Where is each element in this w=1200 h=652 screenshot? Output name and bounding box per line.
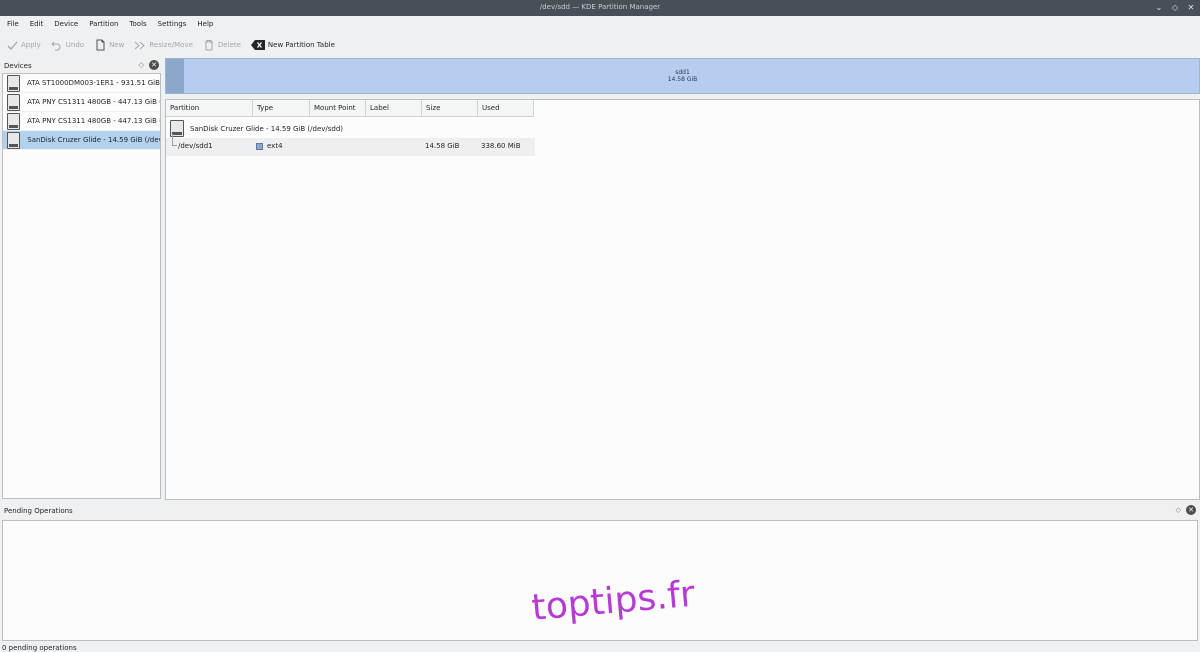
column-header-label[interactable]: Label — [366, 100, 422, 117]
pending-header: Pending Operations ◇ ✕ — [0, 503, 1200, 518]
float-icon[interactable]: ◇ — [1176, 506, 1181, 514]
maximize-icon[interactable]: ◇ — [1170, 2, 1180, 13]
table-row[interactable]: /dev/sdd1 ext4 14.58 GiB 338.60 MiB — [166, 134, 535, 156]
cell-type-label: ext4 — [267, 142, 283, 150]
new-label: New — [109, 41, 125, 49]
partition-table: Partition Type Mount Point Label Size Us… — [165, 99, 1200, 500]
cell-partition: /dev/sdd1 — [178, 142, 213, 150]
close-panel-icon[interactable]: ✕ — [1186, 505, 1196, 515]
apply-button[interactable]: Apply — [6, 39, 41, 51]
undo-button[interactable]: Undo — [51, 39, 84, 51]
close-panel-icon[interactable]: ✕ — [149, 60, 159, 70]
new-table-icon — [250, 39, 265, 51]
partition-segment-name: sdd1 — [675, 69, 690, 76]
delete-label: Delete — [217, 41, 241, 49]
hard-disk-icon — [7, 112, 21, 130]
new-document-icon — [94, 39, 106, 51]
device-label: ATA PNY CS1311 480GB - 447.13 GiB (/... — [27, 117, 160, 125]
device-tree-row[interactable]: SanDisk Cruzer Glide - 14.59 GiB (/dev/s… — [170, 120, 343, 137]
resize-icon — [134, 39, 146, 51]
devices-header: Devices ◇ ✕ — [0, 58, 163, 73]
menu-settings[interactable]: Settings — [154, 20, 191, 28]
device-item[interactable]: ATA ST1000DM003-1ER1 - 931.51 GiB (... — [3, 74, 160, 93]
menu-file[interactable]: File — [3, 20, 23, 28]
column-header-used[interactable]: Used — [478, 100, 534, 117]
pending-title: Pending Operations — [4, 506, 73, 515]
toolbar: Apply Undo New Resize/Move Delete New Pa… — [0, 35, 1200, 55]
menu-edit[interactable]: Edit — [26, 20, 48, 28]
trash-icon — [203, 39, 215, 51]
apply-label: Apply — [21, 41, 41, 49]
column-header-mount-point[interactable]: Mount Point — [310, 100, 366, 117]
menu-device[interactable]: Device — [50, 20, 82, 28]
new-partition-table-button[interactable]: New Partition Table — [250, 39, 335, 51]
devices-title: Devices — [4, 61, 32, 70]
device-label: ATA ST1000DM003-1ER1 - 931.51 GiB (... — [27, 79, 160, 87]
partition-used-bar — [166, 59, 184, 93]
cell-size: 14.58 GiB — [425, 142, 460, 150]
menu-bar: File Edit Device Partition Tools Setting… — [0, 16, 1200, 32]
menu-help[interactable]: Help — [193, 20, 217, 28]
new-button[interactable]: New — [94, 39, 124, 51]
device-item[interactable]: ATA PNY CS1311 480GB - 447.13 GiB (/... — [3, 112, 160, 131]
device-tree-label: SanDisk Cruzer Glide - 14.59 GiB (/dev/s… — [190, 124, 344, 133]
resize-move-label: Resize/Move — [149, 41, 193, 49]
hard-disk-icon — [7, 93, 21, 111]
tree-branch — [172, 134, 177, 146]
partition-segment[interactable]: sdd1 14.58 GiB — [184, 59, 1199, 93]
cell-type: ext4 — [256, 142, 283, 150]
minimize-icon[interactable]: ⌄ — [1154, 2, 1164, 13]
menu-tools[interactable]: Tools — [125, 20, 150, 28]
device-label: ATA PNY CS1311 480GB - 447.13 GiB (/... — [27, 98, 160, 106]
cell-used: 338.60 MiB — [481, 142, 521, 150]
title-bar: /dev/sdd — KDE Partition Manager ⌄ ◇ ✕ — [0, 0, 1200, 16]
window-title: /dev/sdd — KDE Partition Manager — [539, 3, 661, 11]
table-header: Partition Type Mount Point Label Size Us… — [166, 100, 534, 117]
hard-disk-icon — [7, 131, 21, 149]
new-partition-table-label: New Partition Table — [267, 41, 335, 49]
hard-disk-icon — [7, 74, 21, 92]
partition-graph[interactable]: sdd1 14.58 GiB — [165, 58, 1200, 94]
device-item-selected[interactable]: SanDisk Cruzer Glide - 14.59 GiB (/dev..… — [3, 131, 160, 150]
column-header-partition[interactable]: Partition — [166, 100, 253, 117]
checkmark-icon — [6, 39, 18, 51]
float-icon[interactable]: ◇ — [139, 61, 144, 69]
resize-move-button[interactable]: Resize/Move — [134, 39, 193, 51]
device-label: SanDisk Cruzer Glide - 14.59 GiB (/dev..… — [27, 136, 160, 144]
column-header-size[interactable]: Size — [422, 100, 478, 117]
delete-button[interactable]: Delete — [203, 39, 241, 51]
undo-label: Undo — [65, 41, 85, 49]
close-icon[interactable]: ✕ — [1186, 2, 1196, 13]
status-bar: 0 pending operations — [2, 644, 77, 652]
undo-icon — [51, 39, 63, 51]
partition-segment-size: 14.58 GiB — [667, 76, 698, 83]
devices-panel: Devices ◇ ✕ ATA ST1000DM003-1ER1 - 931.5… — [0, 58, 163, 500]
filesystem-color-icon — [256, 142, 263, 150]
menu-partition[interactable]: Partition — [85, 20, 122, 28]
devices-list: ATA ST1000DM003-1ER1 - 931.51 GiB (... A… — [2, 73, 161, 499]
device-item[interactable]: ATA PNY CS1311 480GB - 447.13 GiB (/... — [3, 93, 160, 112]
column-header-type[interactable]: Type — [253, 100, 310, 117]
